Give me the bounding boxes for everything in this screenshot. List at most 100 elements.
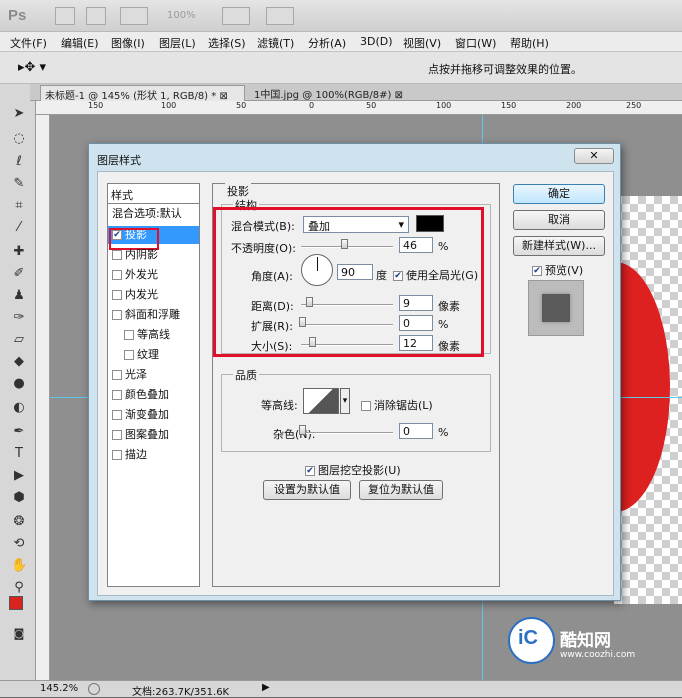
menu-file[interactable]: 文件(F) (10, 35, 47, 51)
arrange-documents-icon[interactable] (222, 7, 250, 25)
stamp-tool-icon[interactable]: ♟ (11, 288, 27, 304)
reset-default-button[interactable]: 复位为默认值 (359, 480, 443, 500)
set-default-button[interactable]: 设置为默认值 (263, 480, 351, 500)
stroke-checkbox[interactable] (112, 450, 122, 460)
menu-layer[interactable]: 图层(L) (159, 35, 196, 51)
quick-select-tool-icon[interactable]: ✎ (11, 176, 27, 192)
healing-brush-icon[interactable]: ✚ (11, 244, 27, 260)
menu-window[interactable]: 窗口(W) (455, 35, 496, 51)
3d-rotate-icon[interactable]: ❂ (11, 514, 27, 530)
history-brush-icon[interactable]: ✑ (11, 310, 27, 326)
menu-select[interactable]: 选择(S) (208, 35, 246, 51)
contour-checkbox[interactable] (124, 330, 134, 340)
menu-edit[interactable]: 编辑(E) (61, 35, 99, 51)
toolbox: ➤ ◌ ℓ ✎ ⌗ ⁄ ✚ ✐ ♟ ✑ ▱ ◆ ● ◐ ✒ T ▶ ⬢ ❂ ⟲ … (0, 84, 36, 680)
close-icon: ✕ (589, 149, 599, 162)
style-item-texture[interactable]: 纹理 (108, 346, 199, 364)
foreground-color-swatch[interactable] (9, 596, 23, 610)
marquee-tool-icon[interactable]: ◌ (11, 131, 27, 147)
preview-checkbox[interactable]: ✔ (532, 266, 542, 276)
vertical-ruler (36, 115, 50, 680)
screen-mode-icon[interactable] (266, 7, 294, 25)
gradient-overlay-checkbox[interactable] (112, 410, 122, 420)
new-style-button[interactable]: 新建样式(W)... (513, 236, 605, 256)
move-tool-icon[interactable]: ➤ (11, 106, 27, 122)
hand-tool-icon[interactable]: ✋ (11, 558, 27, 574)
pattern-overlay-checkbox[interactable] (112, 430, 122, 440)
dialog-close-button[interactable]: ✕ (574, 148, 614, 164)
style-item-label: 渐变叠加 (125, 408, 169, 421)
style-item-gradient-overlay[interactable]: 渐变叠加 (108, 406, 199, 424)
texture-checkbox[interactable] (124, 350, 134, 360)
style-item-blending-options[interactable]: 混合选项:默认 (108, 205, 199, 223)
color-overlay-checkbox[interactable] (112, 390, 122, 400)
style-item-label: 光泽 (125, 368, 147, 381)
document-tabs: 未标题-1 @ 145% (形状 1, RGB/8) * ⊠ 1中国.jpg @… (30, 84, 682, 102)
bevel-emboss-checkbox[interactable] (112, 310, 122, 320)
contour-preview[interactable] (303, 388, 339, 414)
menu-filter[interactable]: 滤镜(T) (257, 35, 294, 51)
style-item-stroke[interactable]: 描边 (108, 446, 199, 464)
move-tool-preset-icon[interactable]: ▸✥ ▾ (18, 60, 46, 75)
antialias-option[interactable]: 消除锯齿(L) (361, 397, 433, 413)
noise-input[interactable]: 0 (399, 423, 433, 439)
inner-glow-checkbox[interactable] (112, 290, 122, 300)
style-item-color-overlay[interactable]: 颜色叠加 (108, 386, 199, 404)
status-menu-arrow-icon[interactable]: ▶ (262, 682, 270, 693)
quick-mask-icon[interactable]: ◙ (11, 626, 27, 642)
brush-tool-icon[interactable]: ✐ (11, 266, 27, 282)
style-item-bevel-emboss[interactable]: 斜面和浮雕 (108, 306, 199, 324)
style-item-pattern-overlay[interactable]: 图案叠加 (108, 426, 199, 444)
style-item-label: 颜色叠加 (125, 388, 169, 401)
menu-3d[interactable]: 3D(D) (360, 35, 393, 48)
style-item-contour[interactable]: 等高线 (108, 326, 199, 344)
ruler-number: 0 (309, 101, 315, 110)
knockout-checkbox[interactable]: ✔ (305, 466, 315, 476)
zoom-level-display[interactable]: 100% (167, 10, 196, 21)
ok-button[interactable]: 确定 (513, 184, 605, 204)
style-item-inner-glow[interactable]: 内发光 (108, 286, 199, 304)
antialias-checkbox[interactable] (361, 401, 371, 411)
chevron-down-icon[interactable]: ▾ (340, 388, 350, 414)
paint-bucket-icon[interactable]: ◆ (11, 354, 27, 370)
outer-glow-checkbox[interactable] (112, 270, 122, 280)
style-item-satin[interactable]: 光泽 (108, 366, 199, 384)
style-item-outer-glow[interactable]: 外发光 (108, 266, 199, 284)
menu-image[interactable]: 图像(I) (111, 35, 145, 51)
bridge-icon[interactable] (55, 7, 75, 25)
blur-tool-icon[interactable]: ● (11, 376, 27, 392)
menu-help[interactable]: 帮助(H) (510, 35, 549, 51)
noise-slider-thumb[interactable] (299, 425, 306, 435)
knockout-option[interactable]: ✔ 图层挖空投影(U) (305, 462, 401, 478)
style-item-inner-shadow[interactable]: 内阴影 (108, 246, 199, 264)
menu-analysis[interactable]: 分析(A) (308, 35, 346, 51)
inner-shadow-checkbox[interactable] (112, 250, 122, 260)
close-icon[interactable]: ⊠ (395, 90, 403, 101)
style-item-label: 内阴影 (125, 248, 158, 261)
styles-header[interactable]: 样式 (108, 184, 199, 204)
pen-tool-icon[interactable]: ✒ (11, 424, 27, 440)
preview-option[interactable]: ✔ 预览(V) (532, 262, 583, 278)
satin-checkbox[interactable] (112, 370, 122, 380)
crop-tool-icon[interactable]: ⌗ (11, 198, 27, 214)
cancel-button[interactable]: 取消 (513, 210, 605, 230)
zoom-percentage[interactable]: 145.2% (40, 683, 78, 694)
type-tool-icon[interactable]: T (11, 446, 27, 462)
minibridge-icon[interactable] (86, 7, 106, 25)
guide-line (50, 397, 88, 398)
lasso-tool-icon[interactable]: ℓ (11, 154, 27, 170)
3d-orbit-icon[interactable]: ⟲ (11, 536, 27, 552)
status-icon[interactable] (88, 683, 100, 695)
eraser-tool-icon[interactable]: ▱ (11, 332, 27, 348)
dodge-tool-icon[interactable]: ◐ (11, 400, 27, 416)
eyedropper-tool-icon[interactable]: ⁄ (11, 220, 27, 236)
zoom-tool-icon[interactable]: ⚲ (11, 580, 27, 596)
menu-view[interactable]: 视图(V) (403, 35, 441, 51)
tab-china-jpg[interactable]: 1中国.jpg @ 100%(RGB/8#) ⊠ (250, 85, 407, 101)
view-extras-icon[interactable] (120, 7, 148, 25)
tab-untitled-1[interactable]: 未标题-1 @ 145% (形状 1, RGB/8) * ⊠ (40, 85, 245, 102)
noise-slider[interactable] (301, 432, 393, 434)
path-select-icon[interactable]: ▶ (11, 468, 27, 484)
shape-tool-icon[interactable]: ⬢ (11, 490, 27, 506)
style-preview-thumbnail (528, 280, 584, 336)
